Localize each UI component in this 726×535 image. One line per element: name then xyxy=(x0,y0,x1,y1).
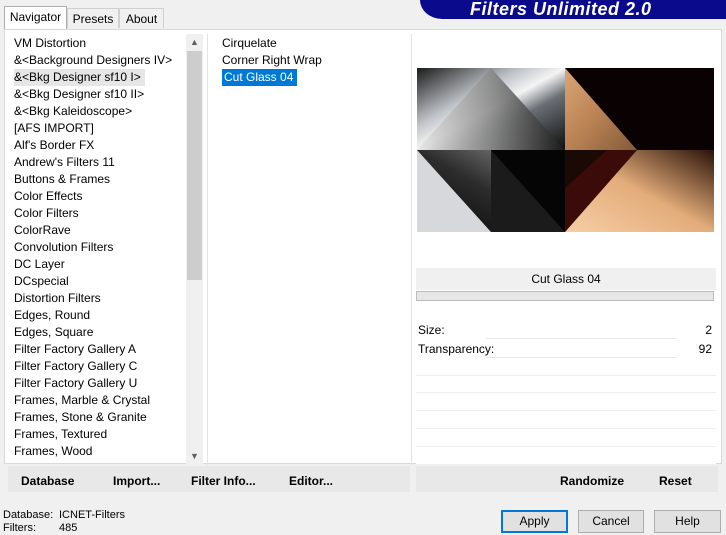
category-item[interactable]: [AFS IMPORT] xyxy=(14,120,186,137)
filter-label: Cirquelate xyxy=(222,36,277,50)
category-label: [AFS IMPORT] xyxy=(14,121,94,135)
filter-item[interactable]: Cut Glass 04 xyxy=(220,69,410,86)
category-label: Frames, Stone & Granite xyxy=(14,410,147,424)
category-item[interactable]: Andrew's Filters 11 xyxy=(14,154,186,171)
category-label: Color Effects xyxy=(14,189,83,203)
divider xyxy=(416,392,716,393)
scroll-up-icon[interactable]: ▲ xyxy=(186,34,203,51)
category-label: Filter Factory Gallery A xyxy=(14,342,137,356)
divider xyxy=(416,446,716,447)
category-item[interactable]: DCspecial xyxy=(14,273,186,290)
category-label: Frames, Marble & Crystal xyxy=(14,393,151,407)
divider xyxy=(416,375,716,376)
filter-name-label: Cut Glass 04 xyxy=(416,268,716,290)
help-button[interactable]: Help xyxy=(654,510,721,533)
divider xyxy=(416,410,716,411)
filter-list: Cirquelate Corner Right Wrap Cut Glass 04 xyxy=(220,35,410,86)
category-label: Color Filters xyxy=(14,206,79,220)
category-label: Buttons & Frames xyxy=(14,172,111,186)
database-status-value: ICNET-Filters xyxy=(59,509,125,521)
category-label: Filter Factory Gallery C xyxy=(14,359,138,373)
param-label: Transparency: xyxy=(418,342,495,356)
filter-label: Cut Glass 04 xyxy=(222,69,298,86)
category-item[interactable]: Buttons & Frames xyxy=(14,171,186,188)
tab-navigator[interactable]: Navigator xyxy=(4,6,67,29)
filter-label: Corner Right Wrap xyxy=(222,53,322,67)
category-label: Alf's Border FX xyxy=(14,138,95,152)
category-item[interactable]: Edges, Round xyxy=(14,307,186,324)
category-item[interactable]: Frames, Wood xyxy=(14,443,186,460)
category-scrollbar[interactable]: ▲ ▼ xyxy=(186,34,203,465)
category-item[interactable]: VM Distortion xyxy=(14,35,186,52)
scroll-thumb[interactable] xyxy=(187,51,202,280)
divider xyxy=(411,34,412,465)
category-item[interactable]: Filter Factory Gallery U xyxy=(14,375,186,392)
category-label: &<Bkg Designer sf10 I> xyxy=(14,69,145,86)
category-label: ColorRave xyxy=(14,223,71,237)
category-list: VM Distortion &<Background Designers IV> &… xyxy=(14,35,186,460)
database-button[interactable]: Database xyxy=(21,474,74,488)
category-item[interactable]: Frames, Stone & Granite xyxy=(14,409,186,426)
category-label: Distortion Filters xyxy=(14,291,101,305)
filter-item[interactable]: Cirquelate xyxy=(220,35,410,52)
category-label: Edges, Square xyxy=(14,325,94,339)
category-item[interactable]: Frames, Textured xyxy=(14,426,186,443)
param-label: Size: xyxy=(418,323,445,337)
category-item[interactable]: &<Bkg Designer sf10 I> xyxy=(14,69,186,86)
tab-about[interactable]: About xyxy=(119,8,164,28)
category-label: &<Bkg Kaleidoscope> xyxy=(14,104,133,118)
database-status-label: Database: xyxy=(3,509,54,521)
category-item[interactable]: DC Layer xyxy=(14,256,186,273)
cancel-button[interactable]: Cancel xyxy=(578,510,644,533)
category-label: VM Distortion xyxy=(14,36,87,50)
param-value: 2 xyxy=(705,323,712,337)
reset-button[interactable]: Reset xyxy=(659,474,692,488)
filter-item[interactable]: Corner Right Wrap xyxy=(220,52,410,69)
divider xyxy=(207,34,208,465)
category-item[interactable]: Filter Factory Gallery C xyxy=(14,358,186,375)
slider-track[interactable] xyxy=(486,338,676,339)
param-value: 92 xyxy=(698,342,712,356)
category-item[interactable]: ColorRave xyxy=(14,222,186,239)
randomize-button[interactable]: Randomize xyxy=(560,474,624,488)
category-label: &<Background Designers IV> xyxy=(14,53,173,67)
category-label: DC Layer xyxy=(14,257,65,271)
preview-image xyxy=(417,68,714,232)
category-item[interactable]: Frames, Marble & Crystal xyxy=(14,392,186,409)
filters-count-label: Filters: xyxy=(3,522,36,534)
category-item[interactable]: Alf's Border FX xyxy=(14,137,186,154)
category-item[interactable]: &<Bkg Kaleidoscope> xyxy=(14,103,186,120)
filters-count-value: 485 xyxy=(59,522,78,534)
app-title: Filters Unlimited 2.0 xyxy=(470,0,652,19)
category-label: Convolution Filters xyxy=(14,240,114,254)
category-label: Andrew's Filters 11 xyxy=(14,155,115,169)
category-label: Edges, Round xyxy=(14,308,91,322)
progress-bar xyxy=(416,291,714,301)
category-item[interactable]: &<Bkg Designer sf10 II> xyxy=(14,86,186,103)
slider-track[interactable] xyxy=(486,357,676,358)
category-label: Frames, Wood xyxy=(14,444,93,458)
import-button[interactable]: Import... xyxy=(113,474,160,488)
filter-info-button[interactable]: Filter Info... xyxy=(191,474,256,488)
category-item[interactable]: Color Filters xyxy=(14,205,186,222)
scroll-down-icon[interactable]: ▼ xyxy=(186,448,203,465)
category-item[interactable]: Filter Factory Gallery A xyxy=(14,341,186,358)
category-item[interactable]: &<Background Designers IV> xyxy=(14,52,186,69)
param-row-size[interactable]: Size: 2 xyxy=(416,322,716,339)
category-label: &<Bkg Designer sf10 II> xyxy=(14,87,145,101)
divider xyxy=(416,428,716,429)
category-item[interactable]: Convolution Filters xyxy=(14,239,186,256)
category-label: Filter Factory Gallery U xyxy=(14,376,138,390)
category-label: Frames, Textured xyxy=(14,427,108,441)
category-item[interactable]: Distortion Filters xyxy=(14,290,186,307)
tab-presets[interactable]: Presets xyxy=(67,8,119,28)
category-item[interactable]: Color Effects xyxy=(14,188,186,205)
editor-button[interactable]: Editor... xyxy=(289,474,333,488)
category-item[interactable]: Edges, Square xyxy=(14,324,186,341)
apply-button[interactable]: Apply xyxy=(501,510,568,533)
param-row-transparency[interactable]: Transparency: 92 xyxy=(416,341,716,358)
category-label: DCspecial xyxy=(14,274,69,288)
